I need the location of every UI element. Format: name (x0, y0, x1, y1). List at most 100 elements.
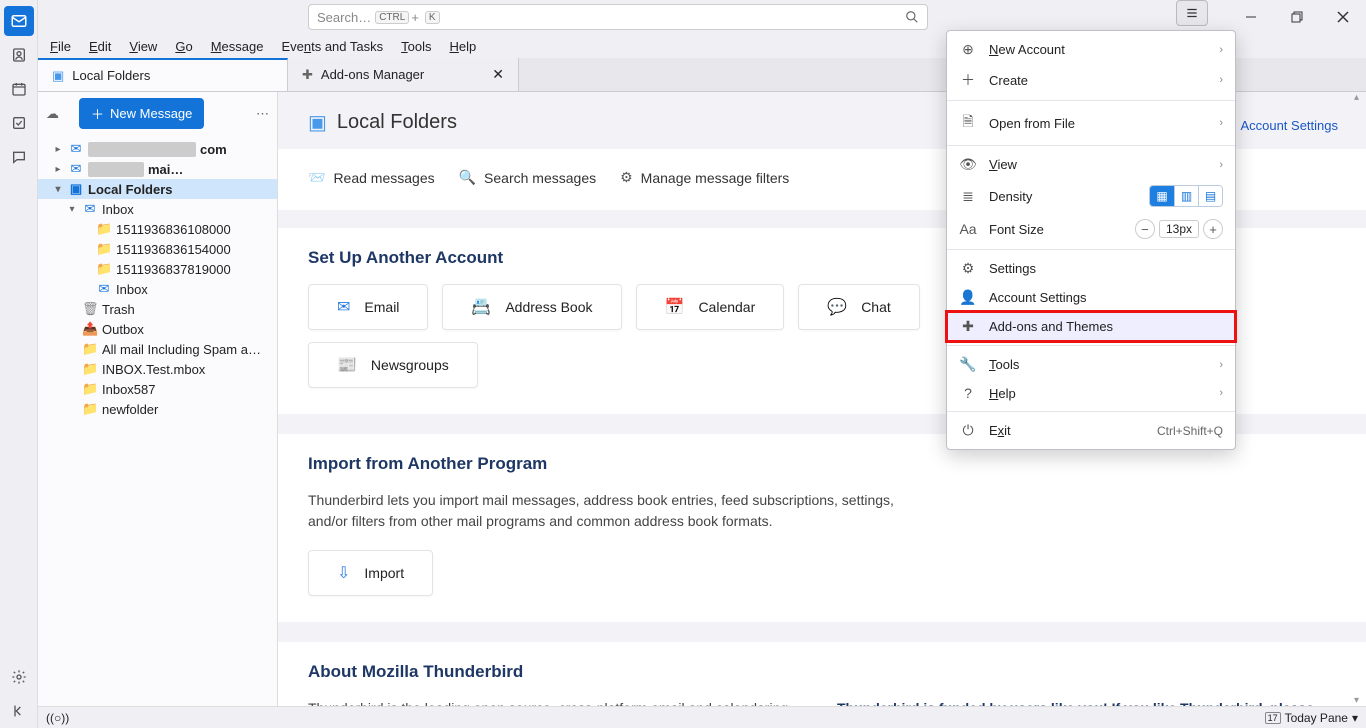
import-heading: Import from Another Program (308, 454, 1336, 474)
folder-row[interactable]: ✉Inbox (38, 279, 277, 299)
menu-new-account[interactable]: ⊕New Account› (947, 35, 1235, 64)
tab-close-icon[interactable]: ✕ (492, 66, 504, 83)
settings-space-icon[interactable] (4, 662, 34, 692)
menu-exit[interactable]: ⏻ExitCtrl+Shift+Q (947, 416, 1235, 445)
minimize-button[interactable] (1228, 0, 1274, 34)
menu-message[interactable]: Message (203, 37, 272, 56)
folder-row[interactable]: 📁1511936836154000 (38, 239, 277, 259)
density-icon: ≣ (959, 188, 977, 205)
maximize-button[interactable] (1274, 0, 1320, 34)
search-icon (905, 10, 919, 24)
font-decrease-button[interactable]: − (1135, 219, 1155, 239)
tile-email[interactable]: ✉Email (308, 284, 428, 330)
power-icon: ⏻ (959, 422, 977, 439)
about-paragraph-right: Thunderbird is funded by users like you!… (837, 698, 1336, 706)
page-title: Local Folders (337, 111, 457, 134)
tile-chat[interactable]: 💬Chat (798, 284, 920, 330)
about-card: About Mozilla Thunderbird Thunderbird is… (278, 642, 1366, 706)
menu-create[interactable]: ＋Create› (947, 64, 1235, 96)
collapse-space-icon[interactable] (4, 696, 34, 726)
tab-addons-manager[interactable]: ✚ Add-ons Manager ✕ (288, 58, 519, 91)
calendar-space-icon[interactable] (4, 74, 34, 104)
menu-help[interactable]: ?Help› (947, 379, 1235, 407)
menu-addons-themes[interactable]: ✚Add-ons and Themes (947, 312, 1235, 341)
folder-pane: ☁ ＋ New Message ⋯ ▸✉xxxxxxxxxxxxxxxxcom … (38, 92, 278, 706)
menu-tools[interactable]: Tools (393, 37, 439, 56)
density-segmented[interactable]: ▦▥▤ (1149, 185, 1223, 207)
chevron-right-icon: › (1219, 117, 1223, 129)
menu-open-file[interactable]: 🗎Open from File› (947, 105, 1235, 141)
app-menu-button[interactable] (1176, 0, 1208, 26)
menu-settings[interactable]: ⚙Settings (947, 254, 1235, 283)
online-status-icon[interactable]: ((○)) (46, 711, 69, 725)
menu-view[interactable]: 👁View› (947, 150, 1235, 179)
folder-tree: ▸✉xxxxxxxxxxxxxxxxcom ▸✉xxxxxxxxmai… ▾▣L… (38, 139, 277, 419)
tile-calendar[interactable]: 📅Calendar (636, 284, 785, 330)
menu-help[interactable]: Help (441, 37, 484, 56)
fontsize-icon: Aa (959, 221, 977, 237)
plus-icon: ＋ (959, 70, 977, 90)
close-button[interactable] (1320, 0, 1366, 34)
menu-edit[interactable]: Edit (81, 37, 119, 56)
search-messages-action[interactable]: 🔍Search messages (459, 169, 597, 186)
folder-icon: ▣ (52, 68, 64, 84)
read-messages-action[interactable]: 📨Read messages (308, 169, 435, 186)
global-search-input[interactable]: Search… CTRL + K (308, 4, 928, 30)
status-bar: ((○)) 17 Today Pane ▾ (38, 706, 1366, 728)
today-pane-toggle[interactable]: 17 Today Pane ▾ (1265, 711, 1358, 725)
spaces-toolbar (0, 0, 38, 728)
chat-icon: 💬 (827, 297, 847, 317)
font-increase-button[interactable]: + (1203, 219, 1223, 239)
addon-icon: ✚ (959, 318, 977, 335)
folder-row[interactable]: 📁INBOX.Test.mbox (38, 359, 277, 379)
folder-row[interactable]: 📁All mail Including Spam a… (38, 339, 277, 359)
chevron-right-icon: › (1219, 159, 1223, 171)
get-messages-icon[interactable]: ☁ (46, 106, 59, 122)
file-icon: 🗎 (959, 111, 977, 135)
scrollbar[interactable] (1352, 92, 1366, 706)
gear-icon: ⚙ (959, 260, 977, 277)
density-relaxed-icon: ▤ (1198, 186, 1222, 206)
manage-filters-action[interactable]: ⚙Manage message filters (620, 169, 789, 186)
trash-row[interactable]: 🗑Trash (38, 299, 277, 319)
folder-row[interactable]: 📁1511936837819000 (38, 259, 277, 279)
tasks-space-icon[interactable] (4, 108, 34, 138)
account-settings-link[interactable]: Account Settings (1240, 118, 1338, 133)
account-icon: 👤 (959, 289, 977, 306)
menu-density: ≣Density ▦▥▤ (947, 179, 1235, 213)
inbox-icon: 📨 (308, 169, 325, 186)
folder-pane-options-icon[interactable]: ⋯ (256, 106, 269, 122)
menu-events-tasks[interactable]: Events and Tasks (273, 37, 391, 56)
menu-go[interactable]: Go (167, 37, 200, 56)
folder-row[interactable]: 📁Inbox587 (38, 379, 277, 399)
menu-account-settings[interactable]: 👤Account Settings (947, 283, 1235, 312)
inbox-row[interactable]: ▾✉Inbox (38, 199, 277, 219)
import-paragraph: Thunderbird lets you import mail message… (308, 490, 928, 532)
addressbook-space-icon[interactable] (4, 40, 34, 70)
chevron-right-icon: › (1219, 359, 1223, 371)
wrench-icon: 🔧 (959, 356, 977, 373)
tab-local-folders[interactable]: ▣ Local Folders (38, 58, 288, 91)
import-button[interactable]: ⇩Import (308, 550, 433, 596)
outbox-row[interactable]: 📤Outbox (38, 319, 277, 339)
chevron-down-icon: ▾ (1352, 711, 1358, 725)
mail-icon: ✉ (337, 297, 350, 317)
plus-circle-icon: ⊕ (959, 41, 977, 58)
folder-row[interactable]: 📁1511936836108000 (38, 219, 277, 239)
tile-addressbook[interactable]: 📇Address Book (442, 284, 621, 330)
menu-tools[interactable]: 🔧Tools› (947, 350, 1235, 379)
calendar-day-icon: 17 (1265, 712, 1281, 724)
account-row[interactable]: ▸✉xxxxxxxxmai… (38, 159, 277, 179)
menu-file[interactable]: File (42, 37, 79, 56)
import-icon: ⇩ (337, 563, 350, 583)
tile-newsgroups[interactable]: 📰Newsgroups (308, 342, 478, 388)
new-message-button[interactable]: ＋ New Message (79, 98, 204, 129)
local-folders-row[interactable]: ▾▣Local Folders (38, 179, 277, 199)
account-row[interactable]: ▸✉xxxxxxxxxxxxxxxxcom (38, 139, 277, 159)
mail-space-icon[interactable] (4, 6, 34, 36)
menu-view[interactable]: View (121, 37, 165, 56)
folder-row[interactable]: 📁newfolder (38, 399, 277, 419)
kbd-k: K (425, 11, 440, 24)
help-icon: ? (959, 385, 977, 401)
chat-space-icon[interactable] (4, 142, 34, 172)
